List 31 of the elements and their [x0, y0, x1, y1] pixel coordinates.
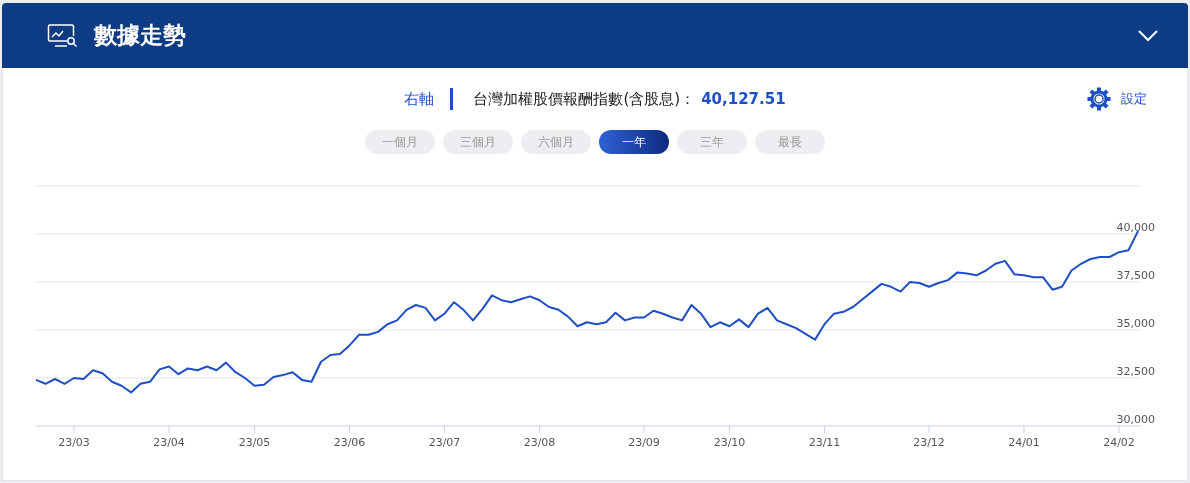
x-tick-label: 23/12 [913, 436, 945, 449]
x-tick-label: 23/10 [713, 436, 746, 449]
x-tick-label: 23/03 [58, 436, 90, 449]
x-tick-label: 24/01 [1008, 436, 1040, 449]
x-tick-label: 24/02 [1103, 436, 1135, 449]
x-tick-label: 23/06 [333, 436, 366, 449]
y-tick-label: 30,000 [1116, 413, 1155, 426]
x-tick-label: 23/07 [428, 436, 461, 449]
range-tab[interactable]: 三年 [677, 130, 747, 154]
settings-button[interactable]: 設定 [1087, 87, 1147, 111]
panel-title: 數據走勢 [94, 21, 187, 50]
x-tick-label: 23/08 [523, 436, 556, 449]
y-tick-label: 32,500 [1116, 365, 1155, 378]
x-tick-label: 23/11 [808, 436, 841, 449]
range-tab[interactable]: 一個月 [365, 130, 435, 154]
axis-label: 右軸 [404, 89, 435, 109]
chevron-down-icon[interactable] [1138, 29, 1158, 42]
y-tick-label: 40,000 [1116, 221, 1155, 234]
index-label: 台灣加權股價報酬指數(含股息)： [473, 89, 696, 109]
index-value: 40,127.51 [701, 90, 786, 108]
x-tick-label: 23/04 [153, 436, 185, 449]
range-tab[interactable]: 三個月 [443, 130, 513, 154]
x-tick-label: 23/09 [628, 436, 660, 449]
settings-icon [1087, 87, 1111, 111]
y-tick-label: 35,000 [1116, 317, 1155, 330]
range-tab[interactable]: 六個月 [521, 130, 591, 154]
range-tab[interactable]: 一年 [599, 130, 669, 154]
chart-monitor-icon [47, 23, 79, 48]
y-tick-label: 37,500 [1116, 269, 1155, 282]
x-tick-label: 23/05 [238, 436, 271, 449]
range-tab[interactable]: 最長 [755, 130, 825, 154]
